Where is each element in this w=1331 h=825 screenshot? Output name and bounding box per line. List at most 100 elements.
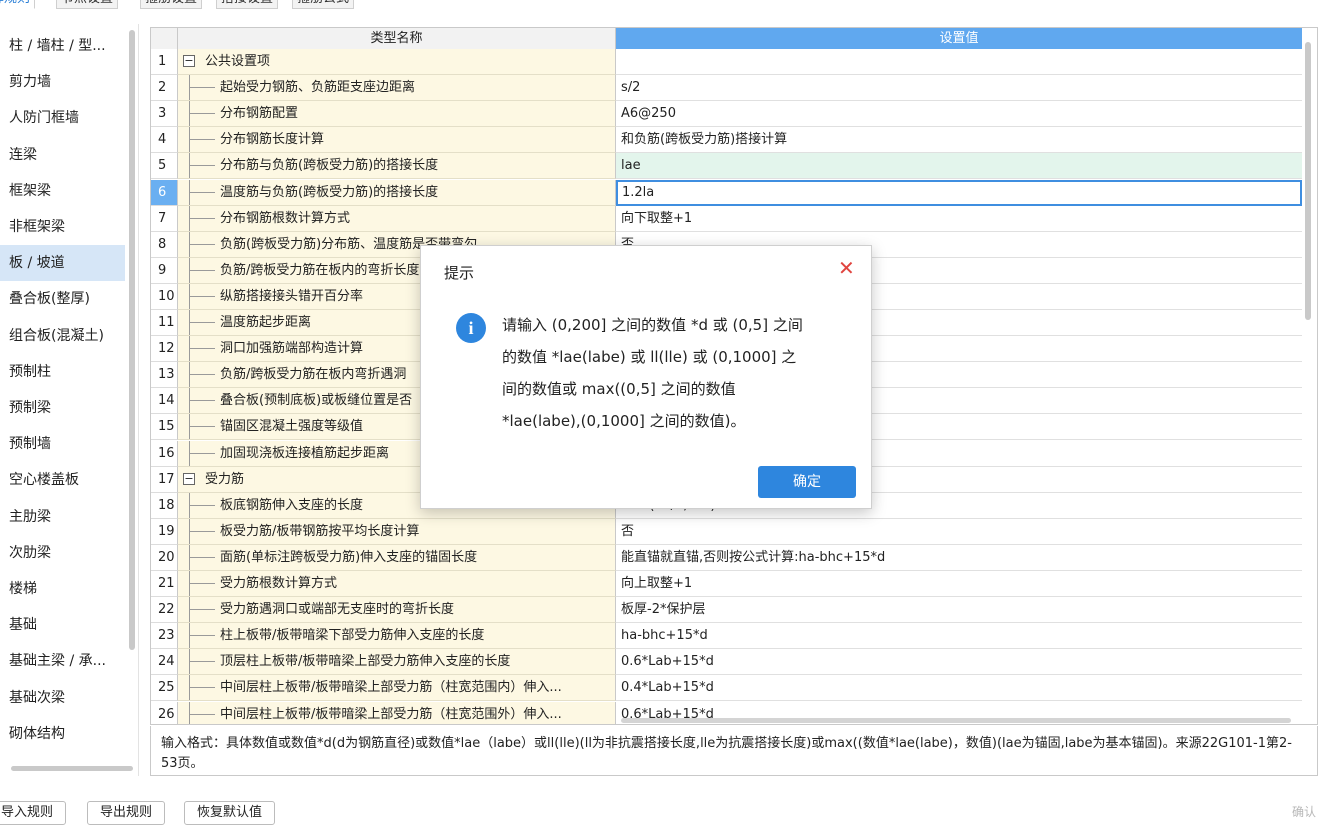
- tab-lap-settings[interactable]: 搭接设置: [216, 0, 279, 9]
- type-name-text: 受力筋: [205, 472, 245, 487]
- sidebar-item[interactable]: 预制梁: [0, 390, 125, 426]
- tree-connector: [189, 623, 190, 648]
- ok-button[interactable]: 确定: [758, 466, 856, 498]
- table-row[interactable]: 26 中间层柱上板带/板带暗梁上部受力筋（柱宽范围外）伸入... 0.6*Lab+1…: [151, 702, 1302, 724]
- sidebar-item[interactable]: 剪力墙: [0, 64, 125, 100]
- tab-calc-rules[interactable]: 算规则: [0, 0, 36, 9]
- tab-stirrup-settings[interactable]: 箍筋设置: [140, 0, 203, 9]
- import-rules-button[interactable]: 导入规则: [0, 801, 67, 825]
- component-sidebar: 柱 / 墙柱 / 型... 剪力墙 人防门框墙 连梁 框架梁 非框架梁板 / 坡道 叠合板(…: [0, 24, 139, 776]
- sidebar-item[interactable]: 楼梯: [0, 571, 125, 607]
- sidebar-item[interactable]: 组合板(混凝土): [0, 318, 125, 354]
- type-name-text: 分布钢筋长度计算: [220, 132, 325, 147]
- type-name-text: 受力筋遇洞口或端部无支座时的弯折长度: [220, 602, 455, 617]
- table-row[interactable]: 25 中间层柱上板带/板带暗梁上部受力筋（柱宽范围内）伸入... 0.4*Lab+1…: [151, 675, 1302, 701]
- sidebar-item[interactable]: 空心楼盖板: [0, 462, 125, 498]
- table-row[interactable]: 23 柱上板带/板带暗梁下部受力筋伸入支座的长度 ha-bhc+15*d: [151, 623, 1302, 649]
- type-name-cell: 受力筋遇洞口或端部无支座时的弯折长度: [178, 597, 616, 623]
- table-row[interactable]: 4 分布钢筋长度计算 和负筋(跨板受力筋)搭接计算: [151, 127, 1302, 153]
- setting-value-cell[interactable]: 向下取整+1: [616, 206, 1302, 232]
- export-rules-button[interactable]: 导出规则: [87, 801, 166, 825]
- sidebar-item[interactable]: 人防门框墙: [0, 100, 125, 136]
- dialog-message-line: 请输入 (0,200] 之间的数值 *d 或 (0,5] 之间: [502, 316, 803, 334]
- table-row[interactable]: 3 分布钢筋配置 A6@250: [151, 101, 1302, 127]
- setting-value-cell[interactable]: 能直锚就直锚,否则按公式计算:ha-bhc+15*d: [616, 545, 1302, 571]
- setting-value-cell[interactable]: [616, 49, 1302, 75]
- table-row[interactable]: 6 温度筋与负筋(跨板受力筋)的搭接长度 1.2la: [151, 180, 1302, 206]
- sidebar-item[interactable]: 板 / 坡道: [0, 245, 125, 281]
- setting-value-cell[interactable]: 否: [616, 519, 1302, 545]
- type-name-text: 温度筋起步距离: [220, 315, 312, 330]
- row-number: 10: [151, 284, 178, 310]
- collapse-toggle-icon[interactable]: −: [183, 473, 195, 485]
- row-number: 8: [151, 232, 178, 258]
- sidebar-item[interactable]: 基础: [0, 607, 125, 643]
- sidebar-item[interactable]: 非框架梁: [0, 209, 125, 245]
- sidebar-item[interactable]: 框架梁: [0, 173, 125, 209]
- setting-value-cell[interactable]: 0.4*Lab+15*d: [616, 675, 1302, 701]
- table-row[interactable]: 22 受力筋遇洞口或端部无支座时的弯折长度 板厚-2*保护层: [151, 597, 1302, 623]
- sidebar-item[interactable]: 次肋梁: [0, 535, 125, 571]
- row-number-header: [151, 28, 178, 49]
- info-icon: i: [456, 313, 486, 343]
- type-name-text: 起始受力钢筋、负筋距支座边距离: [220, 80, 416, 95]
- table-row[interactable]: 20 面筋(单标注跨板受力筋)伸入支座的锚固长度 能直锚就直锚,否则按公式计算:ha…: [151, 545, 1302, 571]
- sidebar-item[interactable]: 预制柱: [0, 354, 125, 390]
- tree-connector: [189, 192, 215, 193]
- confirm-button[interactable]: 确认: [1292, 803, 1316, 820]
- type-name-cell: − 公共设置项: [178, 49, 616, 75]
- table-row[interactable]: 2 起始受力钢筋、负筋距支座边距离 s/2: [151, 75, 1302, 101]
- sidebar-item[interactable]: 砌体结构: [0, 716, 125, 752]
- setting-value-cell[interactable]: 向上取整+1: [616, 571, 1302, 597]
- type-name-cell: 温度筋与负筋(跨板受力筋)的搭接长度: [178, 180, 616, 206]
- table-row[interactable]: 7 分布钢筋根数计算方式 向下取整+1: [151, 206, 1302, 232]
- row-number: 18: [151, 493, 178, 519]
- type-name-text: 柱上板带/板带暗梁下部受力筋伸入支座的长度: [220, 628, 485, 643]
- top-tabbar: 算规则 节点设置 箍筋设置 搭接设置 箍筋公式: [0, 0, 1331, 11]
- type-name-text: 板底钢筋伸入支座的长度: [220, 498, 364, 513]
- type-name-cell: 分布钢筋配置: [178, 101, 616, 127]
- row-number: 7: [151, 206, 178, 232]
- sidebar-item[interactable]: 连梁: [0, 137, 125, 173]
- setting-value-cell[interactable]: ha-bhc+15*d: [616, 623, 1302, 649]
- setting-value-cell[interactable]: 0.6*Lab+15*d: [616, 649, 1302, 675]
- close-icon[interactable]: ✕: [838, 258, 855, 278]
- tree-connector: [189, 153, 190, 178]
- sidebar-scrollbar[interactable]: [129, 30, 135, 650]
- sidebar-item[interactable]: 基础次梁: [0, 680, 125, 716]
- type-name-cell: 受力筋根数计算方式: [178, 571, 616, 597]
- table-row[interactable]: 21 受力筋根数计算方式 向上取整+1: [151, 571, 1302, 597]
- tree-connector: [189, 232, 190, 257]
- tab-stirrup-formula[interactable]: 箍筋公式: [292, 0, 355, 9]
- setting-value-input[interactable]: 1.2la: [616, 180, 1302, 206]
- sidebar-horizontal-scrollbar[interactable]: [11, 766, 133, 771]
- table-row[interactable]: 24 顶层柱上板带/板带暗梁上部受力筋伸入支座的长度 0.6*Lab+15*d: [151, 649, 1302, 675]
- table-row[interactable]: 19 板受力筋/板带钢筋按平均长度计算 否: [151, 519, 1302, 545]
- table-row[interactable]: 5 分布筋与负筋(跨板受力筋)的搭接长度 lae: [151, 153, 1302, 179]
- setting-value-cell[interactable]: 0.6*Lab+15*d: [616, 702, 1302, 724]
- input-format-hint: 输入格式：具体数值或数值*d(d为钢筋直径)或数值*lae（labe）或ll(l…: [150, 726, 1318, 776]
- type-name-cell: 起始受力钢筋、负筋距支座边距离: [178, 75, 616, 101]
- type-name-text: 纵筋搭接接头错开百分率: [220, 289, 364, 304]
- tree-connector: [189, 649, 190, 674]
- sidebar-item[interactable]: 基础主梁 / 承...: [0, 643, 125, 679]
- sidebar-item[interactable]: 柱 / 墙柱 / 型...: [0, 28, 125, 64]
- table-row[interactable]: 1− 公共设置项: [151, 49, 1302, 75]
- setting-value-cell[interactable]: lae: [616, 153, 1302, 179]
- setting-value-cell[interactable]: 板厚-2*保护层: [616, 597, 1302, 623]
- setting-value-cell[interactable]: s/2: [616, 75, 1302, 101]
- tree-connector: [189, 571, 190, 596]
- row-number: 15: [151, 414, 178, 440]
- restore-defaults-button[interactable]: 恢复默认值: [184, 801, 276, 825]
- setting-value-cell[interactable]: A6@250: [616, 101, 1302, 127]
- sidebar-item[interactable]: 叠合板(整厚): [0, 281, 125, 317]
- tab-node-settings[interactable]: 节点设置: [56, 0, 119, 9]
- setting-value-cell[interactable]: 和负筋(跨板受力筋)搭接计算: [616, 127, 1302, 153]
- sidebar-item[interactable]: 预制墙: [0, 426, 125, 462]
- tree-connector: [189, 453, 215, 454]
- tree-connector: [189, 87, 215, 88]
- sidebar-item[interactable]: 主肋梁: [0, 499, 125, 535]
- collapse-toggle-icon[interactable]: −: [183, 55, 195, 67]
- row-number: 1: [151, 49, 178, 75]
- table-vertical-scrollbar[interactable]: [1305, 42, 1311, 320]
